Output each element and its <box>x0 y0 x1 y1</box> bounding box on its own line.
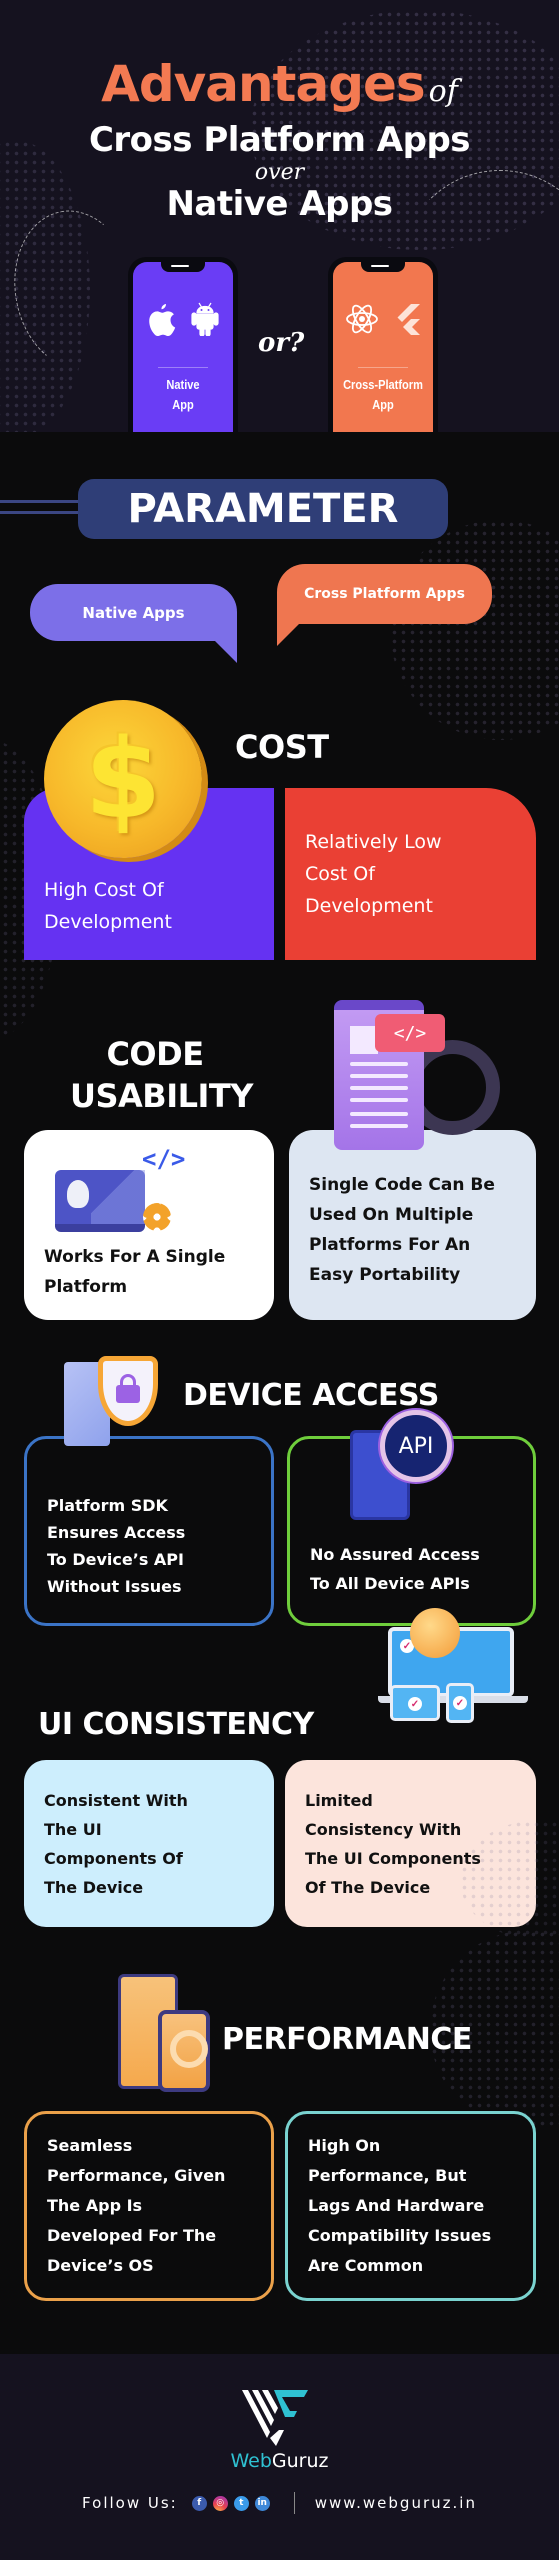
apple-icon <box>149 304 176 336</box>
instagram-icon[interactable]: ◎ <box>212 2495 228 2511</box>
code-bubble-icon: </> <box>375 1014 445 1052</box>
lock-icon <box>116 1374 140 1403</box>
section-title-code-usability: CODE USABILITY <box>70 1035 253 1115</box>
phone-icon: ✓ <box>446 1683 474 1723</box>
cross-platform-app-phone: Cross-Platform App <box>328 257 438 432</box>
cross-platform-app-label: Cross-Platform App <box>343 377 423 412</box>
follow-us-label: Follow Us: <box>82 2494 178 2512</box>
device-access-native-card: Platform SDK Ensures Access To Device’s … <box>24 1436 274 1626</box>
gear-icon <box>143 1203 171 1231</box>
monitor-lightbulb-icon <box>55 1170 145 1232</box>
check-icon: ✓ <box>453 1696 467 1710</box>
webguruz-logo-icon <box>242 2390 308 2446</box>
twitter-icon[interactable]: t <box>233 2495 249 2511</box>
phone-chart-icon <box>158 2010 210 2092</box>
section-title-ui-consistency: UI CONSISTENCY <box>38 1707 314 1742</box>
phone-divider <box>158 367 208 368</box>
title-native: Native Apps <box>166 184 393 224</box>
facebook-icon[interactable]: f <box>191 2495 207 2511</box>
react-icon <box>346 304 378 334</box>
section-title-cost: COST <box>235 728 329 766</box>
settings-gear-orb-icon <box>410 1608 460 1658</box>
performance-cross-card: High On Performance, But Lags And Hardwa… <box>285 2111 536 2301</box>
api-icon: API <box>380 1410 452 1482</box>
parameter-heading: PARAMETER <box>78 479 448 539</box>
website-link[interactable]: www.webguruz.in <box>315 2494 477 2512</box>
or-text: or? <box>258 328 305 358</box>
phone-notch <box>361 262 405 272</box>
tablet-icon: ✓ <box>390 1685 440 1721</box>
check-icon: ✓ <box>408 1697 422 1711</box>
native-apps-column-label: Native Apps <box>30 584 237 663</box>
decorative-dot-pattern <box>390 520 559 740</box>
brand-name: WebGuruz <box>230 2450 329 2472</box>
title-accent: Advantages <box>101 55 426 113</box>
main-title: Advantages of <box>0 55 559 113</box>
linkedin-icon[interactable]: in <box>254 2495 270 2511</box>
cross-platform-apps-column-label: Cross Platform Apps <box>277 564 492 646</box>
divider <box>293 2492 295 2514</box>
phone-divider <box>358 367 408 368</box>
code-usability-cross-card: Single Code Can Be Used On Multiple Plat… <box>289 1130 536 1320</box>
code-tag-icon: </> <box>142 1145 186 1173</box>
android-icon <box>191 302 219 336</box>
section-title-performance: PERFORMANCE <box>222 2022 472 2057</box>
hero-banner: Advantages of Cross Platform Apps over Na… <box>0 0 559 432</box>
native-app-label: Native App <box>166 377 200 412</box>
title-cross-platform: Cross Platform Apps <box>88 120 471 160</box>
ui-consistency-native-card: Consistent With The UI Components Of The… <box>24 1760 274 1927</box>
phone-notch <box>161 262 205 272</box>
dollar-coin-icon: $ <box>44 700 202 858</box>
section-title-device-access: DEVICE ACCESS <box>183 1378 439 1413</box>
native-app-phone: Native App <box>128 257 238 432</box>
decorative-lines <box>0 500 80 514</box>
title-of: of <box>428 74 458 109</box>
flutter-icon <box>397 304 420 335</box>
title-over: over <box>254 160 305 185</box>
follow-row: Follow Us: f ◎ t in www.webguruz.in <box>0 2492 559 2514</box>
cost-cross-card: Relatively Low Cost Of Development <box>285 788 536 960</box>
performance-native-card: Seamless Performance, Given The App Is D… <box>24 2111 274 2301</box>
